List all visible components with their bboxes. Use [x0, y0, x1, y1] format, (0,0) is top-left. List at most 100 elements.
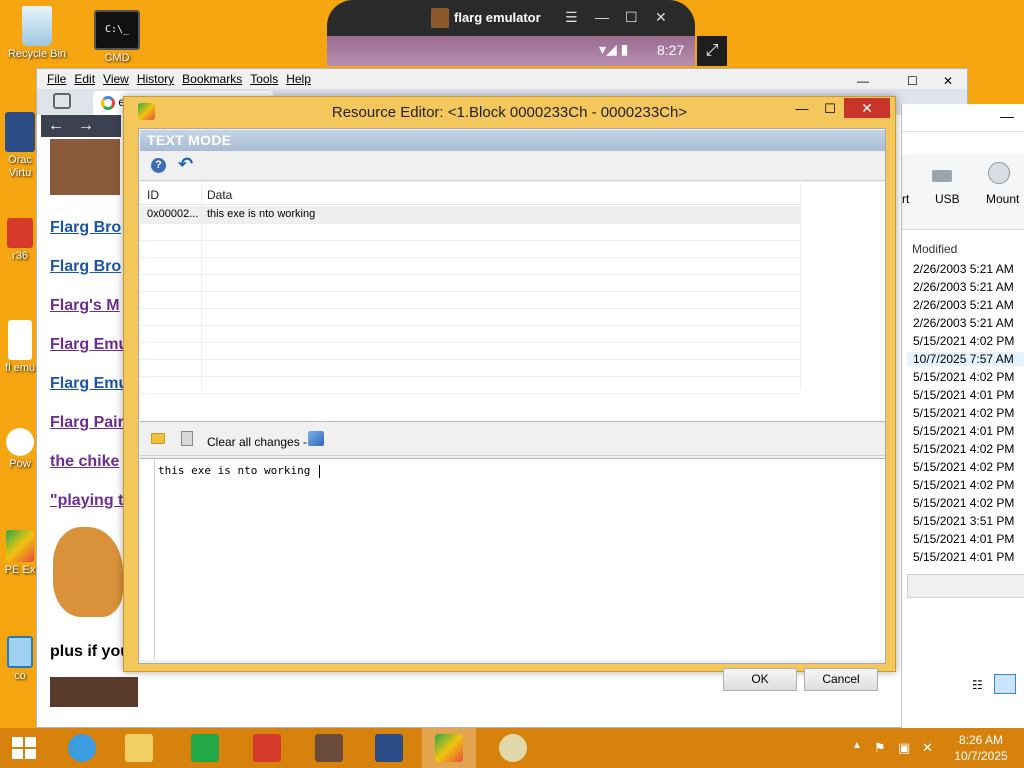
pe-explorer-shortcut[interactable]: PE Ex: [0, 530, 40, 576]
emulator-clock: 8:27: [657, 42, 685, 58]
taskbar-pe-explorer[interactable]: [422, 728, 476, 768]
menu-bookmarks[interactable]: Bookmarks: [182, 72, 242, 86]
ribbon-button-rt[interactable]: rt: [902, 192, 909, 206]
help-icon[interactable]: ?: [151, 158, 166, 173]
browser-maximize-button[interactable]: ☐: [907, 74, 918, 88]
maximize-button[interactable]: ☐: [625, 9, 638, 26]
link-flarg-bro-2[interactable]: Flarg Bro: [50, 258, 121, 276]
start-button[interactable]: [12, 737, 36, 759]
link-flarg-emu-2[interactable]: Flarg Emu: [50, 375, 128, 393]
ribbon-button-mount[interactable]: Mount: [986, 192, 1019, 206]
recycle-bin-shortcut[interactable]: Recycle Bin: [4, 6, 70, 60]
volume-muted-icon[interactable]: ✕: [922, 740, 933, 756]
link-flarg-emu-1[interactable]: Flarg Emu: [50, 336, 128, 354]
network-icon[interactable]: ▣: [898, 740, 910, 756]
file-row-modified-date[interactable]: 5/15/2021 4:01 PM: [913, 424, 1014, 438]
details-view-icon[interactable]: ☷: [972, 678, 983, 692]
flarg-emulator-shortcut[interactable]: fl emu: [0, 320, 40, 375]
dialog-minimize-button[interactable]: —: [790, 101, 814, 119]
powerpoint-shortcut[interactable]: Pow: [0, 428, 40, 470]
taskbar-flarg-emulator[interactable]: [302, 728, 356, 768]
dialog-title: Resource Editor: <1.Block 0000233Ch - 00…: [331, 104, 688, 121]
file-row-modified-date[interactable]: 5/15/2021 4:02 PM: [913, 406, 1014, 420]
power-icon: [6, 428, 34, 456]
file-row-modified-date[interactable]: 5/15/2021 4:02 PM: [913, 370, 1014, 384]
file-row-modified-date[interactable]: 5/15/2021 4:02 PM: [913, 334, 1014, 348]
back-button[interactable]: ←: [41, 115, 71, 137]
taskbar-file-explorer[interactable]: [112, 728, 166, 768]
dialog-close-button[interactable]: ✕: [844, 98, 890, 118]
co-icon: [7, 636, 33, 668]
file-row-modified-date[interactable]: 5/15/2021 4:01 PM: [913, 532, 1014, 546]
large-icons-view-icon[interactable]: [994, 674, 1016, 694]
file-row-modified-date[interactable]: 5/15/2021 4:02 PM: [913, 478, 1014, 492]
column-header-data[interactable]: Data: [207, 188, 232, 202]
undo-icon[interactable]: ↶: [178, 154, 193, 175]
edit-resource-icon[interactable]: [308, 431, 324, 446]
forward-button[interactable]: →: [71, 115, 101, 137]
r36-shortcut[interactable]: r36: [0, 218, 40, 262]
menu-file[interactable]: File: [47, 72, 66, 86]
oracle-virtualbox-shortcut[interactable]: Orac Virtu: [0, 112, 40, 180]
google-icon: [101, 95, 115, 110]
taskbar-r36[interactable]: [240, 728, 294, 768]
show-hidden-icons-icon[interactable]: ▲: [852, 740, 862, 751]
file-row-modified-date[interactable]: 5/15/2021 4:01 PM: [913, 550, 1014, 564]
ok-button[interactable]: OK: [723, 668, 797, 691]
column-header-id[interactable]: ID: [147, 188, 159, 202]
link-playing[interactable]: "playing t: [50, 492, 123, 510]
close-button[interactable]: ✕: [655, 9, 667, 26]
taskbar-store[interactable]: [178, 728, 232, 768]
horizontal-scrollbar[interactable]: [907, 574, 1024, 598]
file-row-modified-date[interactable]: 2/26/2003 5:21 AM: [913, 298, 1014, 312]
file-row-modified-date[interactable]: 5/15/2021 4:02 PM: [913, 496, 1014, 510]
file-row-modified-date[interactable]: 10/7/2025 7:57 AM: [907, 352, 1024, 366]
file-row-modified-date[interactable]: 2/26/2003 5:21 AM: [913, 316, 1014, 330]
text-mode-header: TEXT MODE: [140, 130, 885, 151]
menu-tools[interactable]: Tools: [250, 72, 278, 86]
ribbon-button-usb[interactable]: USB: [935, 192, 960, 206]
minimize-button[interactable]: —: [595, 9, 609, 25]
link-flarg-pair[interactable]: Flarg Pair: [50, 414, 124, 432]
column-header-modified[interactable]: Modified: [912, 242, 957, 256]
menu-icon[interactable]: ☰: [565, 9, 578, 26]
taskbar-disc[interactable]: [486, 728, 540, 768]
menu-view[interactable]: View: [103, 72, 129, 86]
taskbar-virtualbox[interactable]: [362, 728, 416, 768]
browser-minimize-button[interactable]: —: [857, 74, 869, 88]
menu-history[interactable]: History: [137, 72, 174, 86]
link-flarg-bro-1[interactable]: Flarg Bro: [50, 219, 121, 237]
flag-icon[interactable]: ⚑: [874, 740, 886, 756]
file-row-modified-date[interactable]: 2/26/2003 5:21 AM: [913, 280, 1014, 294]
explorer-ribbon: rt USB Mount: [902, 154, 1024, 230]
link-the-chike[interactable]: the chike: [50, 453, 119, 471]
menu-help[interactable]: Help: [286, 72, 311, 86]
cmd-shortcut[interactable]: C:\_ CMD: [84, 10, 150, 64]
expand-icon[interactable]: ⤢: [697, 36, 727, 66]
table-row[interactable]: 0x00002... this exe is nto working: [140, 206, 800, 223]
link-flargs-m[interactable]: Flarg's M: [50, 297, 120, 315]
desktop-icon-label: co: [14, 670, 26, 682]
browser-close-button[interactable]: ✕: [943, 74, 953, 88]
co-shortcut[interactable]: co: [0, 636, 40, 682]
file-row-modified-date[interactable]: 5/15/2021 3:51 PM: [913, 514, 1014, 528]
dialog-maximize-button[interactable]: ☐: [818, 101, 842, 119]
text-editor[interactable]: this exe is nto working: [140, 458, 885, 660]
tab-overview-icon[interactable]: [53, 93, 71, 109]
explorer-minimize-button[interactable]: —: [1000, 108, 1014, 124]
editor-text[interactable]: this exe is nto working: [158, 464, 320, 478]
file-row-modified-date[interactable]: 2/26/2003 5:21 AM: [913, 262, 1014, 276]
file-row-modified-date[interactable]: 5/15/2021 4:02 PM: [913, 460, 1014, 474]
taskbar-internet-explorer[interactable]: [55, 728, 109, 768]
emulator-titlebar[interactable]: flarg emulator ☰ — ☐ ✕: [327, 0, 695, 36]
file-row-modified-date[interactable]: 5/15/2021 4:02 PM: [913, 442, 1014, 456]
cancel-button[interactable]: Cancel: [804, 668, 878, 691]
menu-edit[interactable]: Edit: [74, 72, 95, 86]
editor-content[interactable]: this exe is nto working: [158, 464, 317, 477]
taskbar-clock[interactable]: 8:26 AM 10/7/2025: [950, 732, 1012, 764]
dialog-titlebar[interactable]: Resource Editor: <1.Block 0000233Ch - 00…: [124, 97, 895, 127]
open-folder-icon[interactable]: [151, 433, 165, 444]
clear-all-changes-button[interactable]: Clear all changes -: [207, 435, 307, 449]
file-row-modified-date[interactable]: 5/15/2021 4:01 PM: [913, 388, 1014, 402]
clipboard-icon[interactable]: [181, 431, 193, 446]
